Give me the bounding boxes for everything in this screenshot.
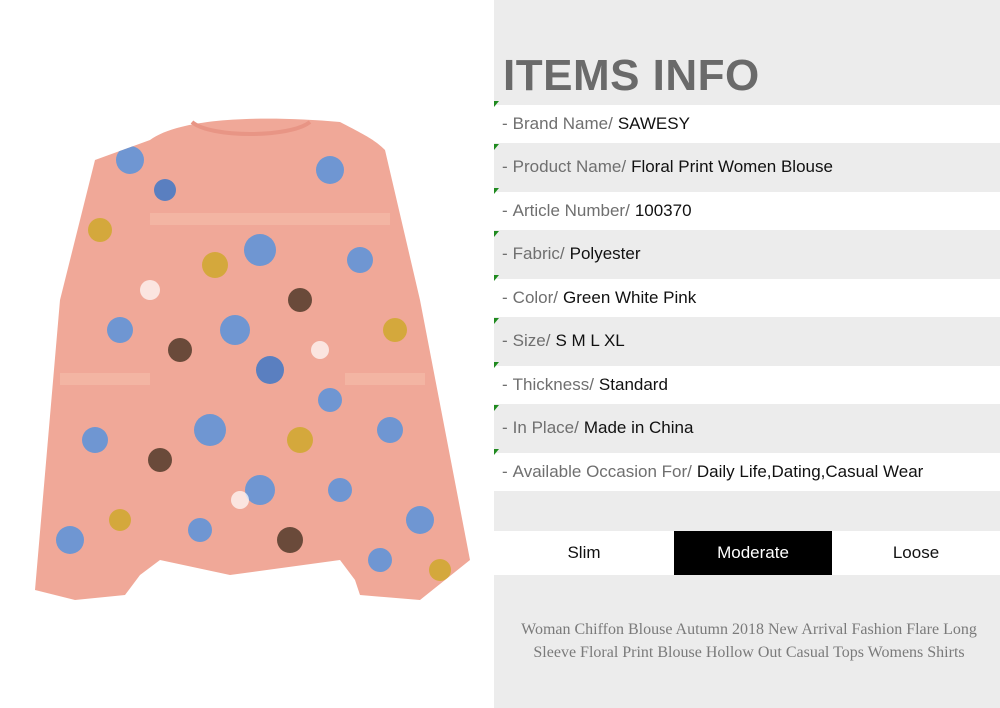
info-label: Fabric/ (512, 244, 565, 263)
row-marker (494, 449, 499, 455)
fit-selector: Slim Moderate Loose (494, 531, 1000, 575)
row-marker (494, 188, 499, 194)
info-row-article-number: - Article Number/ 100370 (494, 188, 1000, 230)
page-title: ITEMS INFO (503, 51, 760, 100)
fit-option-slim[interactable]: Slim (494, 531, 674, 575)
row-marker (494, 231, 499, 237)
row-marker (494, 275, 499, 281)
info-value: Floral Print Women Blouse (631, 157, 833, 176)
info-row-thickness: - Thickness/ Standard (494, 362, 1000, 404)
info-value: SAWESY (617, 114, 690, 133)
info-label: Product Name/ (512, 157, 627, 176)
info-label: Thickness/ (512, 375, 594, 394)
info-row-occasion: - Available Occasion For/ Daily Life,Dat… (494, 449, 1000, 491)
info-label: Article Number/ (512, 201, 630, 220)
info-value: Standard (598, 375, 668, 394)
info-value: Polyester (569, 244, 641, 263)
info-value: Daily Life,Dating,Casual Wear (696, 462, 924, 481)
row-marker (494, 318, 499, 324)
info-label: Brand Name/ (512, 114, 613, 133)
info-row-color: - Color/ Green White Pink (494, 275, 1000, 317)
row-marker (494, 362, 499, 368)
info-row-product-name: - Product Name/ Floral Print Women Blous… (494, 144, 1000, 186)
info-row-brand: - Brand Name/ SAWESY (494, 101, 1000, 143)
fit-option-moderate[interactable]: Moderate (674, 531, 832, 575)
info-row-size: - Size/ S M L XL (494, 318, 1000, 360)
product-image-panel (0, 0, 494, 708)
info-row-in-place: - In Place/ Made in China (494, 405, 1000, 447)
info-label: Size/ (512, 331, 551, 350)
blouse-image (35, 118, 470, 600)
info-row-fabric: - Fabric/ Polyester (494, 231, 1000, 273)
items-info-panel: ITEMS INFO - Brand Name/ SAWESY - Produc… (494, 0, 1000, 708)
info-value: Green White Pink (563, 288, 697, 307)
info-label: In Place/ (512, 418, 579, 437)
info-value: S M L XL (555, 331, 625, 350)
info-value: Made in China (583, 418, 694, 437)
info-value: 100370 (634, 201, 692, 220)
product-description: Woman Chiffon Blouse Autumn 2018 New Arr… (521, 621, 977, 661)
row-marker (494, 101, 499, 107)
info-label: Available Occasion For/ (512, 462, 692, 481)
info-label: Color/ (512, 288, 559, 307)
row-marker (494, 405, 499, 411)
row-marker (494, 144, 499, 150)
fit-option-loose[interactable]: Loose (832, 531, 1000, 575)
